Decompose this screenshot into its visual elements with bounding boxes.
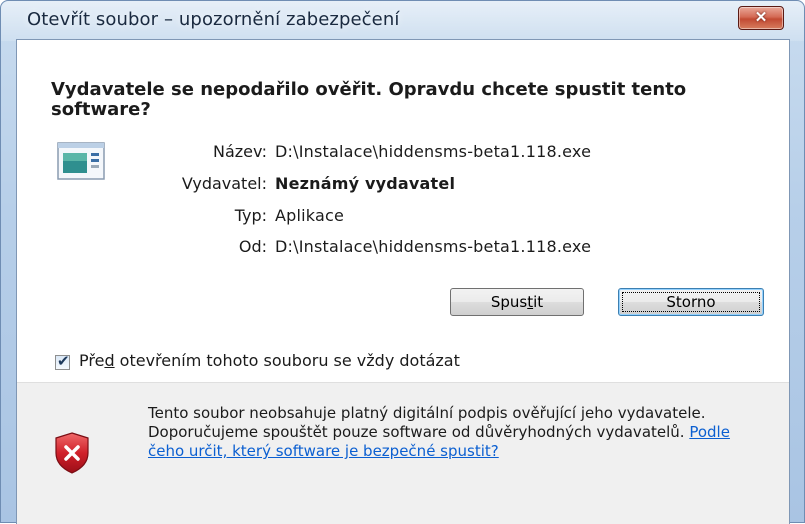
security-warning-shield-icon (55, 432, 89, 474)
detail-label: Typ: (234, 206, 267, 225)
run-button-label: Spus (490, 293, 528, 311)
warning-headline: Vydavatele se nepodařilo ověřit. Opravdu… (51, 79, 687, 120)
detail-value: Neznámý vydavatel (275, 174, 456, 193)
detail-value: D:\Instalace\hiddensms-beta1.118.exe (275, 237, 592, 256)
window-title: Otevřít soubor – upozornění zabezpečení (27, 9, 400, 30)
footer-text: Tento soubor neobsahuje platný digitální… (148, 404, 706, 441)
checkmark-icon: ✔ (57, 352, 70, 370)
checkbox-label-start: Pře (79, 351, 105, 370)
executable-file-icon (57, 142, 105, 180)
detail-label: Vydavatel: (181, 174, 267, 193)
detail-label: Název: (213, 142, 267, 161)
dialog-content: Vydavatele se nepodařilo ověřit. Opravdu… (16, 39, 790, 524)
security-warning-dialog: Otevřít soubor – upozornění zabezpečení … (0, 0, 805, 524)
run-button[interactable]: Spustit (450, 288, 584, 316)
detail-label: Od: (238, 237, 267, 256)
footer-message: Tento soubor neobsahuje platný digitální… (148, 404, 748, 461)
always-ask-checkbox[interactable]: ✔ (55, 352, 70, 370)
detail-value: D:\Instalace\hiddensms-beta1.118.exe (275, 142, 592, 161)
close-icon: ✕ (754, 9, 768, 26)
detail-value: Aplikace (275, 206, 345, 225)
warning-footer: Tento soubor neobsahuje platný digitální… (17, 383, 789, 524)
close-button[interactable]: ✕ (738, 6, 784, 30)
always-ask-label[interactable]: Před otevřením tohoto souboru se vždy do… (79, 351, 460, 370)
checkbox-label-accesskey: d (104, 351, 115, 370)
cancel-button[interactable]: Storno (618, 288, 764, 316)
run-button-label-end: it (533, 293, 544, 311)
title-bar[interactable]: Otevřít soubor – upozornění zabezpečení … (1, 1, 804, 41)
checkbox-label-end: otevřením tohoto souboru se vždy dotázat (114, 351, 460, 370)
